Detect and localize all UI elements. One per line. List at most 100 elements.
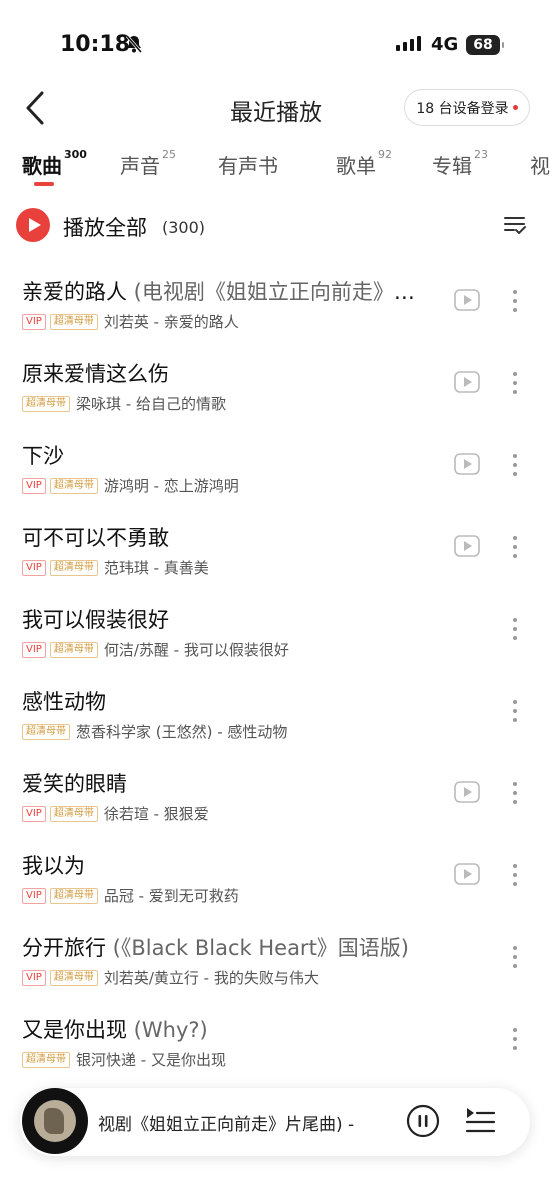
tab-audio[interactable]: 声音 25	[120, 148, 176, 179]
mv-play-icon[interactable]	[454, 453, 480, 475]
mini-player[interactable]: 视剧《姐姐立正向前走》片尾曲) -	[20, 1088, 530, 1156]
song-row[interactable]: 我以为 VIP 超清母带 品冠 - 爱到无可救药	[0, 850, 552, 932]
song-row[interactable]: 又是你出现 (Why?) 超清母带 银河快递 - 又是你出现	[0, 1014, 552, 1096]
song-row[interactable]: 感性动物 超清母带 葱香科学家 (王悠然) - 感性动物	[0, 686, 552, 768]
tab-audiobooks[interactable]: 有声书	[218, 150, 278, 179]
vip-badge: VIP	[22, 313, 46, 330]
bell-muted-icon	[125, 35, 143, 53]
song-meta: VIP 超清母带 刘若英 - 亲爱的路人	[22, 311, 239, 332]
more-options-icon[interactable]	[510, 1026, 520, 1052]
album-cover-disc[interactable]	[22, 1088, 88, 1154]
song-row[interactable]: 亲爱的路人 (电视剧《姐姐立正向前走》片尾曲) VIP 超清母带 刘若英 - 亲…	[0, 276, 552, 358]
tab-playlists[interactable]: 歌单 92	[336, 148, 392, 179]
song-title: 我以为	[22, 854, 85, 878]
song-meta: VIP 超清母带 游鸿明 - 恋上游鸿明	[22, 475, 239, 496]
multi-select-icon[interactable]	[502, 212, 528, 238]
song-meta: 超清母带 银河快递 - 又是你出现	[22, 1049, 226, 1070]
mv-play-icon[interactable]	[454, 781, 480, 803]
hq-badge: 超清母带	[22, 1051, 70, 1068]
song-row[interactable]: 我可以假装很好 VIP 超清母带 何洁/苏醒 - 我可以假装很好	[0, 604, 552, 686]
song-meta: VIP 超清母带 品冠 - 爱到无可救药	[22, 885, 239, 906]
song-title: 原来爱情这么伤	[22, 362, 169, 386]
pause-icon[interactable]	[406, 1104, 440, 1138]
mv-play-icon[interactable]	[454, 371, 480, 393]
notification-dot	[512, 105, 518, 110]
tab-videos[interactable]: 视	[530, 150, 550, 179]
song-artist-album: 游鸿明 - 恋上游鸿明	[103, 477, 239, 495]
song-artist-album: 银河快递 - 又是你出现	[76, 1051, 226, 1069]
song-artist-album: 何洁/苏醒 - 我可以假装很好	[103, 641, 289, 659]
more-options-icon[interactable]	[510, 944, 520, 970]
song-meta: VIP 超清母带 徐若瑄 - 狠狠爱	[22, 803, 209, 824]
song-artist-album: 刘若英 - 亲爱的路人	[103, 313, 239, 331]
song-title: 亲爱的路人 (电视剧《姐姐立正向前走》片尾曲)	[22, 280, 432, 304]
network-label: 4G	[431, 34, 459, 55]
status-bar: 10:18 4G 68	[0, 0, 552, 88]
song-artist-album: 品冠 - 爱到无可救药	[103, 887, 239, 905]
play-all-row[interactable]: 播放全部 (300)	[0, 204, 552, 248]
song-row[interactable]: 下沙 VIP 超清母带 游鸿明 - 恋上游鸿明	[0, 440, 552, 522]
tab-albums[interactable]: 专辑 23	[432, 148, 488, 179]
vip-badge: VIP	[22, 969, 46, 986]
song-artist-album: 刘若英/黄立行 - 我的失败与伟大	[103, 969, 319, 987]
active-tab-indicator	[34, 182, 54, 186]
album-art	[34, 1100, 76, 1142]
hq-badge: 超清母带	[49, 887, 98, 904]
device-login-button[interactable]: 18 台设备登录	[404, 89, 530, 126]
song-row[interactable]: 原来爱情这么伤 超清母带 梁咏琪 - 给自己的情歌	[0, 358, 552, 440]
more-options-icon[interactable]	[510, 616, 520, 642]
song-artist-album: 梁咏琪 - 给自己的情歌	[76, 395, 226, 413]
battery-level: 68	[473, 37, 493, 53]
vip-badge: VIP	[22, 641, 46, 658]
hq-badge: 超清母带	[49, 641, 98, 658]
hq-badge: 超清母带	[49, 477, 98, 494]
more-options-icon[interactable]	[510, 452, 520, 478]
hq-badge: 超清母带	[49, 969, 98, 986]
play-all-label: 播放全部	[63, 216, 147, 240]
song-artist-album: 葱香科学家 (王悠然) - 感性动物	[76, 723, 288, 741]
vip-badge: VIP	[22, 887, 46, 904]
song-title: 分开旅行 (《Black Black Heart》国语版)	[22, 936, 409, 960]
song-meta: VIP 超清母带 范玮琪 - 真善美	[22, 557, 209, 578]
hq-badge: 超清母带	[49, 313, 98, 330]
status-time: 10:18	[60, 32, 131, 57]
mv-play-icon[interactable]	[454, 289, 480, 311]
more-options-icon[interactable]	[510, 862, 520, 888]
vip-badge: VIP	[22, 559, 46, 576]
song-artist-album: 范玮琪 - 真善美	[103, 559, 209, 577]
more-options-icon[interactable]	[510, 370, 520, 396]
song-title: 下沙	[22, 444, 64, 468]
song-meta: 超清母带 梁咏琪 - 给自己的情歌	[22, 393, 226, 414]
song-row[interactable]: 分开旅行 (《Black Black Heart》国语版) VIP 超清母带 刘…	[0, 932, 552, 1014]
vip-badge: VIP	[22, 477, 46, 494]
song-meta: VIP 超清母带 何洁/苏醒 - 我可以假装很好	[22, 639, 289, 660]
mv-play-icon[interactable]	[454, 535, 480, 557]
song-title: 又是你出现 (Why?)	[22, 1018, 208, 1042]
battery-icon: 68	[466, 35, 504, 55]
song-title: 感性动物	[22, 690, 106, 714]
song-title: 我可以假装很好	[22, 608, 169, 632]
now-playing-title[interactable]: 视剧《姐姐立正向前走》片尾曲) -	[98, 1110, 390, 1135]
song-artist-album: 徐若瑄 - 狠狠爱	[103, 805, 209, 823]
song-meta: 超清母带 葱香科学家 (王悠然) - 感性动物	[22, 721, 287, 742]
back-chevron-icon[interactable]	[22, 88, 52, 128]
playlist-queue-icon[interactable]	[464, 1106, 496, 1136]
song-meta: VIP 超清母带 刘若英/黄立行 - 我的失败与伟大	[22, 967, 319, 988]
tab-songs[interactable]: 歌曲 300	[22, 148, 87, 179]
play-all-count: (300)	[162, 218, 206, 237]
more-options-icon[interactable]	[510, 288, 520, 314]
play-icon[interactable]	[16, 208, 50, 242]
hq-badge: 超清母带	[49, 805, 98, 822]
signal-icon	[396, 36, 421, 51]
hq-badge: 超清母带	[49, 559, 98, 576]
song-row[interactable]: 可不可以不勇敢 VIP 超清母带 范玮琪 - 真善美	[0, 522, 552, 604]
category-tabs: 歌曲 300 声音 25 有声书 歌单 92 专辑 23 视	[0, 148, 552, 190]
hq-badge: 超清母带	[22, 395, 70, 412]
more-options-icon[interactable]	[510, 534, 520, 560]
device-login-label: 18 台设备登录	[416, 100, 509, 117]
mv-play-icon[interactable]	[454, 863, 480, 885]
more-options-icon[interactable]	[510, 780, 520, 806]
more-options-icon[interactable]	[510, 698, 520, 724]
song-row[interactable]: 爱笑的眼睛 VIP 超清母带 徐若瑄 - 狠狠爱	[0, 768, 552, 850]
vip-badge: VIP	[22, 805, 46, 822]
